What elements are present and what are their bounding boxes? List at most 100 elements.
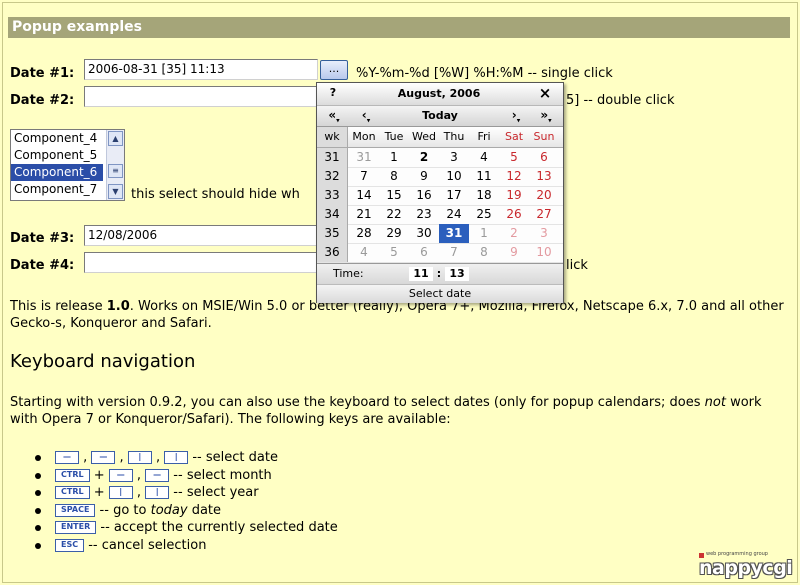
calendar-day[interactable]: 7 <box>439 243 469 262</box>
calendar-day[interactable]: 14 <box>349 186 379 205</box>
calendar-day[interactable]: 7 <box>349 167 379 186</box>
list-option[interactable]: Component_4 <box>11 130 103 147</box>
calendar-day[interactable]: 5 <box>499 148 529 167</box>
weekday-mon: Mon <box>352 130 376 143</box>
calendar-day[interactable]: 27 <box>529 205 559 224</box>
calendar-day[interactable]: 9 <box>499 243 529 262</box>
listbox-note: this select should hide wh <box>131 187 300 202</box>
calendar-day[interactable]: 12 <box>499 167 529 186</box>
calendar-day[interactable]: 24 <box>439 205 469 224</box>
next-month-button[interactable]: ›▾ <box>501 108 531 124</box>
calendar-day[interactable]: 2 <box>499 224 529 243</box>
calendar-day[interactable]: 4 <box>469 148 499 167</box>
right-arrow-key: — <box>145 468 170 482</box>
calendar-day[interactable]: 17 <box>439 186 469 205</box>
separator: + <box>89 485 109 500</box>
calendar-day[interactable]: 2 <box>409 148 439 167</box>
week-number: 33 <box>317 186 348 205</box>
calendar-day[interactable]: 18 <box>469 186 499 205</box>
calendar-day[interactable]: 22 <box>379 205 409 224</box>
calendar-day[interactable]: 15 <box>379 186 409 205</box>
calendar-day[interactable]: 13 <box>529 167 559 186</box>
calendar-day[interactable]: 20 <box>529 186 559 205</box>
calendar-day[interactable]: 1 <box>469 224 499 243</box>
key-desc-emphasis: today <box>150 502 188 518</box>
weekday-fri: Fri <box>477 130 491 143</box>
scroll-down-icon[interactable]: ▼ <box>108 184 123 199</box>
date1-input[interactable]: 2006-08-31 [35] 11:13 <box>84 59 318 80</box>
calendar-day[interactable]: 8 <box>379 167 409 186</box>
calendar-day[interactable]: 3 <box>529 224 559 243</box>
release-version: 1.0 <box>106 299 130 314</box>
listbox-scrollbar[interactable]: ▲ ≡ ▼ <box>106 130 124 200</box>
list-option[interactable]: Component_5 <box>11 147 103 164</box>
next-year-button[interactable]: »▾ <box>531 108 561 124</box>
component-listbox[interactable]: Component_4 Component_5 Component_6 Comp… <box>10 129 125 201</box>
calendar-day[interactable]: 6 <box>529 148 559 167</box>
key-desc: -- cancel selection <box>84 537 207 553</box>
calendar-day[interactable]: 30 <box>409 224 439 243</box>
time-separator: : <box>436 267 442 280</box>
prev-year-button[interactable]: «▾ <box>319 108 349 124</box>
key-desc: date <box>187 502 222 518</box>
calendar-day[interactable]: 31 <box>349 148 379 167</box>
week-number: 35 <box>317 224 348 243</box>
list-option[interactable]: Component_7 <box>11 181 103 198</box>
calendar-title[interactable]: August, 2006 <box>349 87 529 100</box>
calendar-day[interactable]: 4 <box>349 243 379 262</box>
list-option-selected[interactable]: Component_6 <box>11 164 103 181</box>
calendar-day[interactable]: 26 <box>499 205 529 224</box>
scroll-thumb[interactable]: ≡ <box>108 164 123 178</box>
release-paragraph: This is release 1.0. Works on MSIE/Win 5… <box>10 298 790 332</box>
nappycgi-logo: web programming group nappycgi <box>699 551 793 579</box>
calendar-day[interactable]: 29 <box>379 224 409 243</box>
today-button[interactable]: Today <box>383 109 497 122</box>
calendar-day[interactable]: 21 <box>349 205 379 224</box>
calendar-day[interactable]: 28 <box>349 224 379 243</box>
key-item-select-month: CTRL + — , — -- select month <box>35 467 338 485</box>
separator: , <box>151 450 165 465</box>
space-key: SPACE <box>55 503 96 517</box>
date4-input[interactable] <box>84 252 318 273</box>
ctrl-key: CTRL <box>55 468 90 482</box>
help-button[interactable]: ? <box>319 86 347 99</box>
scroll-up-icon[interactable]: ▲ <box>108 131 123 146</box>
hour-field[interactable]: 11 <box>409 267 433 281</box>
calendar-day[interactable]: 8 <box>469 243 499 262</box>
calendar-day-selected[interactable]: 31 <box>439 224 469 243</box>
date2-label: Date #2: <box>10 93 75 108</box>
calendar-week-row: 31 31 1 2 3 4 5 6 <box>317 148 563 168</box>
minute-field[interactable]: 13 <box>445 267 469 281</box>
calendar-day[interactable]: 10 <box>529 243 559 262</box>
key-desc: -- go to <box>95 502 151 518</box>
calendar-day[interactable]: 5 <box>379 243 409 262</box>
date2-input[interactable] <box>84 86 318 107</box>
calendar-week-row: 32 7 8 9 10 11 12 13 <box>317 167 563 187</box>
key-desc: -- select year <box>169 485 259 500</box>
calendar-trigger-button[interactable]: ... <box>320 60 348 80</box>
calendar-header: ? August, 2006 × <box>317 83 563 106</box>
calendar-status: Select date <box>317 284 563 303</box>
date4-hint: lick <box>566 258 588 273</box>
close-icon[interactable]: × <box>531 84 559 102</box>
date2-format-hint: 5] -- double click <box>566 93 675 108</box>
calendar-day[interactable]: 23 <box>409 205 439 224</box>
calendar-day[interactable]: 3 <box>439 148 469 167</box>
calendar-day[interactable]: 6 <box>409 243 439 262</box>
week-number: 32 <box>317 167 348 186</box>
calendar-day[interactable]: 10 <box>439 167 469 186</box>
calendar-day[interactable]: 11 <box>469 167 499 186</box>
weekday-thu: Thu <box>443 130 465 143</box>
calendar-day[interactable]: 9 <box>409 167 439 186</box>
calendar-day[interactable]: 1 <box>379 148 409 167</box>
separator: + <box>89 467 109 483</box>
date3-input[interactable]: 12/08/2006 <box>84 225 318 246</box>
logo-text: nappycgi <box>699 557 793 579</box>
calendar-day[interactable]: 25 <box>469 205 499 224</box>
calendar-day[interactable]: 19 <box>499 186 529 205</box>
down-arrow-key: | <box>164 451 189 464</box>
calendar-day[interactable]: 16 <box>409 186 439 205</box>
key-desc: -- select month <box>169 467 272 483</box>
intro-text: Starting with version 0.9.2, you can als… <box>10 395 701 410</box>
prev-month-button[interactable]: ‹▾ <box>351 108 381 124</box>
